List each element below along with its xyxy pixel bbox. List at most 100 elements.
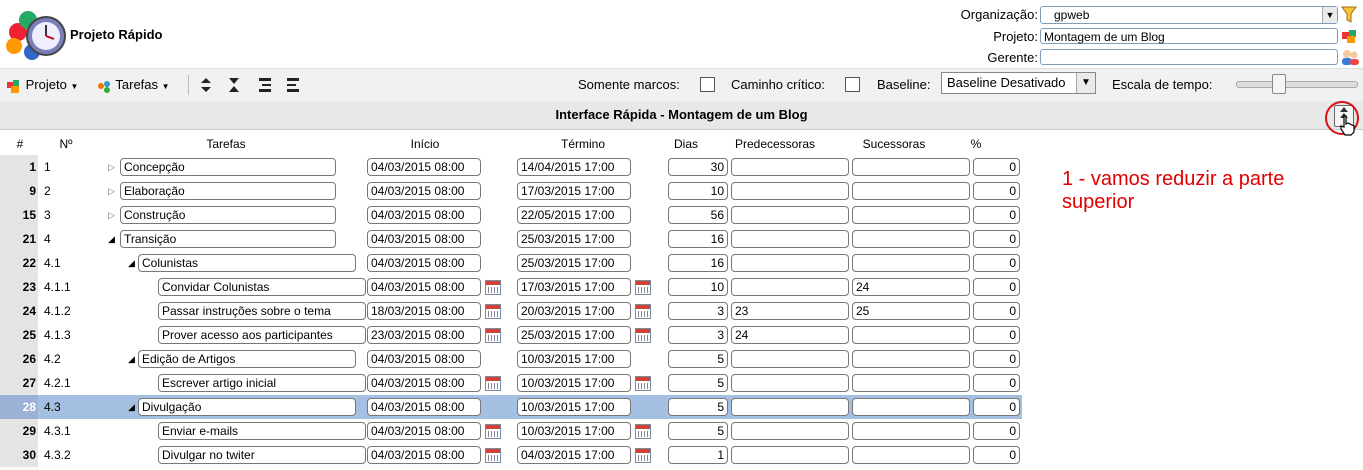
predecessors-input[interactable] — [731, 230, 849, 248]
end-date-input[interactable]: 25/03/2015 17:00 — [517, 254, 631, 272]
tasks-menu[interactable]: Tarefas ▼ — [96, 77, 170, 94]
start-date-input[interactable]: 04/03/2015 08:00 — [367, 446, 481, 464]
calendar-icon[interactable] — [635, 424, 651, 439]
expand-all-icon[interactable] — [200, 77, 212, 96]
outdent-icon[interactable] — [286, 77, 300, 96]
users-icon[interactable] — [1340, 48, 1360, 69]
predecessors-input[interactable] — [731, 158, 849, 176]
end-date-input[interactable]: 17/03/2015 17:00 — [517, 182, 631, 200]
manager-field[interactable] — [1040, 49, 1338, 65]
percent-input[interactable]: 0 — [973, 422, 1020, 440]
calendar-icon[interactable] — [635, 304, 651, 319]
successors-input[interactable] — [852, 446, 970, 464]
successors-input[interactable]: 25 — [852, 302, 970, 320]
collapse-triangle-icon[interactable]: ◢ — [128, 251, 135, 275]
table-row[interactable]: 28 4.3 ◢ Divulgação 04/03/2015 08:00 10/03/20… — [0, 395, 1022, 419]
days-input[interactable]: 16 — [668, 254, 728, 272]
calendar-icon[interactable] — [485, 304, 501, 319]
task-name-input[interactable]: Passar instruções sobre o tema — [158, 302, 366, 320]
successors-input[interactable] — [852, 182, 970, 200]
expand-triangle-icon[interactable]: ▷ — [108, 155, 115, 179]
start-date-input[interactable]: 04/03/2015 08:00 — [367, 254, 481, 272]
calendar-icon[interactable] — [485, 376, 501, 391]
predecessors-input[interactable] — [731, 422, 849, 440]
calendar-icon[interactable] — [635, 448, 651, 463]
successors-input[interactable] — [852, 254, 970, 272]
percent-input[interactable]: 0 — [973, 182, 1020, 200]
calendar-icon[interactable] — [635, 280, 651, 295]
project-puzzle-icon[interactable] — [1341, 28, 1359, 47]
predecessors-input[interactable] — [731, 206, 849, 224]
end-date-input[interactable]: 22/05/2015 17:00 — [517, 206, 631, 224]
table-row[interactable]: 25 4.1.3 Prover acesso aos participantes 23… — [0, 323, 1022, 347]
days-input[interactable]: 5 — [668, 398, 728, 416]
end-date-input[interactable]: 10/03/2015 17:00 — [517, 398, 631, 416]
calendar-icon[interactable] — [485, 424, 501, 439]
collapse-all-icon[interactable] — [228, 77, 240, 96]
successors-input[interactable] — [852, 326, 970, 344]
table-row[interactable]: 21 4 ◢ Transição 04/03/2015 08:00 25/03/2015 … — [0, 227, 1022, 251]
successors-input[interactable] — [852, 422, 970, 440]
successors-input[interactable] — [852, 206, 970, 224]
task-name-input[interactable]: Edição de Artigos — [138, 350, 356, 368]
baseline-select[interactable]: Baseline Desativado ▼ — [941, 72, 1096, 94]
predecessors-input[interactable] — [731, 446, 849, 464]
end-date-input[interactable]: 20/03/2015 17:00 — [517, 302, 631, 320]
predecessors-input[interactable] — [731, 278, 849, 296]
timescale-slider[interactable] — [1236, 81, 1358, 88]
start-date-input[interactable]: 04/03/2015 08:00 — [367, 350, 481, 368]
collapse-triangle-icon[interactable]: ◢ — [108, 227, 115, 251]
table-row[interactable]: 9 2 ▷ Elaboração 04/03/2015 08:00 17/03/2015 … — [0, 179, 1022, 203]
task-name-input[interactable]: Transição — [120, 230, 336, 248]
organization-select[interactable]: gpweb ▼ — [1040, 6, 1338, 24]
predecessors-input[interactable]: 24 — [731, 326, 849, 344]
task-name-input[interactable]: Divulgar no twiter — [158, 446, 366, 464]
days-input[interactable]: 5 — [668, 422, 728, 440]
start-date-input[interactable]: 04/03/2015 08:00 — [367, 278, 481, 296]
indent-icon[interactable] — [258, 77, 272, 96]
percent-input[interactable]: 0 — [973, 230, 1020, 248]
successors-input[interactable] — [852, 230, 970, 248]
start-date-input[interactable]: 04/03/2015 08:00 — [367, 230, 481, 248]
end-date-input[interactable]: 10/03/2015 17:00 — [517, 422, 631, 440]
table-row[interactable]: 15 3 ▷ Construção 04/03/2015 08:00 22/05/2015… — [0, 203, 1022, 227]
days-input[interactable]: 30 — [668, 158, 728, 176]
task-name-input[interactable]: Prover acesso aos participantes — [158, 326, 366, 344]
expand-triangle-icon[interactable]: ▷ — [108, 179, 115, 203]
task-name-input[interactable]: Escrever artigo inicial — [158, 374, 366, 392]
successors-input[interactable] — [852, 158, 970, 176]
table-row[interactable]: 27 4.2.1 Escrever artigo inicial 04/03/2015… — [0, 371, 1022, 395]
percent-input[interactable]: 0 — [973, 446, 1020, 464]
days-input[interactable]: 10 — [668, 182, 728, 200]
calendar-icon[interactable] — [485, 328, 501, 343]
days-input[interactable]: 16 — [668, 230, 728, 248]
project-menu[interactable]: Projeto ▼ — [6, 77, 78, 94]
predecessors-input[interactable] — [731, 254, 849, 272]
percent-input[interactable]: 0 — [973, 374, 1020, 392]
collapse-triangle-icon[interactable]: ◢ — [128, 395, 135, 419]
percent-input[interactable]: 0 — [973, 254, 1020, 272]
days-input[interactable]: 3 — [668, 326, 728, 344]
days-input[interactable]: 5 — [668, 374, 728, 392]
successors-input[interactable] — [852, 398, 970, 416]
task-name-input[interactable]: Enviar e-mails — [158, 422, 366, 440]
percent-input[interactable]: 0 — [973, 278, 1020, 296]
percent-input[interactable]: 0 — [973, 302, 1020, 320]
start-date-input[interactable]: 04/03/2015 08:00 — [367, 182, 481, 200]
end-date-input[interactable]: 17/03/2015 17:00 — [517, 278, 631, 296]
task-name-input[interactable]: Colunistas — [138, 254, 356, 272]
table-row[interactable]: 30 4.3.2 Divulgar no twiter 04/03/2015 08:0… — [0, 443, 1022, 467]
days-input[interactable]: 10 — [668, 278, 728, 296]
calendar-icon[interactable] — [635, 376, 651, 391]
end-date-input[interactable]: 14/04/2015 17:00 — [517, 158, 631, 176]
days-input[interactable]: 5 — [668, 350, 728, 368]
predecessors-input[interactable] — [731, 350, 849, 368]
predecessors-input[interactable] — [731, 374, 849, 392]
end-date-input[interactable]: 25/03/2015 17:00 — [517, 326, 631, 344]
task-name-input[interactable]: Convidar Colunistas — [158, 278, 366, 296]
task-name-input[interactable]: Divulgação — [138, 398, 356, 416]
successors-input[interactable] — [852, 350, 970, 368]
predecessors-input[interactable] — [731, 398, 849, 416]
days-input[interactable]: 1 — [668, 446, 728, 464]
task-name-input[interactable]: Construção — [120, 206, 336, 224]
